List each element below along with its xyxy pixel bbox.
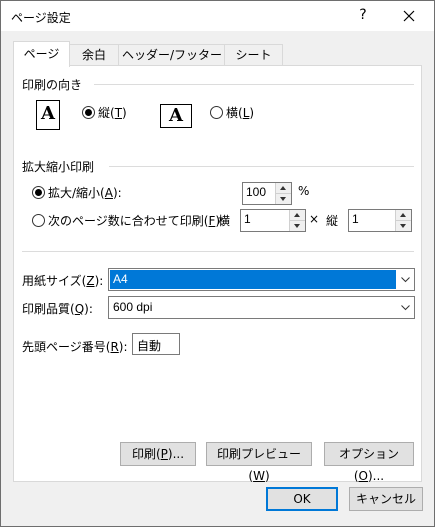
- cancel-button[interactable]: キャンセル: [349, 487, 423, 511]
- tab-header-footer[interactable]: ヘッダー/フッター: [118, 44, 226, 66]
- portrait-radio[interactable]: [82, 106, 95, 119]
- orientation-group-label: 印刷の向き: [22, 78, 83, 92]
- pages-wide-input[interactable]: [244, 212, 274, 226]
- adjust-to-radio[interactable]: [32, 186, 45, 199]
- percent-unit: %: [298, 184, 310, 198]
- dialog-title: ページ設定: [11, 11, 71, 25]
- tab-page[interactable]: ページ: [13, 41, 70, 67]
- spin-down-icon[interactable]: [396, 221, 411, 231]
- adjust-percent-spinner[interactable]: [242, 182, 292, 205]
- spin-up-icon[interactable]: [396, 210, 411, 221]
- help-icon[interactable]: ?: [356, 7, 370, 23]
- landscape-page-icon: A: [160, 104, 192, 128]
- fit-to-radio[interactable]: [32, 214, 45, 227]
- orientation-divider: [94, 84, 414, 85]
- print-quality-label: 印刷品質(Q):: [22, 302, 93, 316]
- spin-down-icon[interactable]: [276, 194, 291, 204]
- portrait-page-icon: A: [36, 100, 60, 130]
- scaling-group-label: 拡大縮小印刷: [22, 160, 95, 174]
- tab-margins[interactable]: 余白: [68, 44, 120, 66]
- chevron-down-icon: [401, 277, 410, 283]
- first-page-number-label: 先頭ページ番号(R):: [22, 340, 128, 354]
- spinner-buttons: [395, 210, 411, 231]
- pages-wide-label: 横: [218, 214, 231, 228]
- adjust-percent-input[interactable]: [246, 185, 276, 199]
- landscape-radio[interactable]: [210, 106, 223, 119]
- times-sign: ×: [309, 212, 320, 226]
- paper-size-value: A4: [113, 272, 128, 286]
- print-quality-value: 600 dpi: [113, 300, 153, 314]
- landscape-radio-label[interactable]: 横(L): [226, 104, 254, 121]
- page-tab-panel: 印刷の向き A 縦(T) A 横(L) 拡大縮小印刷 拡大/縮小(A): % 次…: [13, 65, 422, 483]
- dropdown-arrow[interactable]: [397, 297, 414, 318]
- title-bar: ページ設定 ?: [1, 1, 434, 31]
- paper-size-highlight: [110, 270, 396, 289]
- print-preview-button[interactable]: 印刷プレビュー(W): [206, 442, 312, 483]
- print-button[interactable]: 印刷(P)...: [120, 442, 196, 466]
- spinner-buttons: [289, 210, 305, 231]
- spin-up-icon[interactable]: [290, 210, 305, 221]
- paper-size-label: 用紙サイズ(Z):: [22, 274, 104, 288]
- page-setup-dialog: ページ設定 ? ページ 余白 ヘッダー/フッター シート 印刷の向き A 縦(T…: [0, 0, 435, 527]
- spinner-buttons: [275, 183, 291, 204]
- dropdown-arrow[interactable]: [397, 269, 414, 290]
- close-button[interactable]: [394, 4, 424, 28]
- scaling-divider: [109, 166, 414, 167]
- print-quality-select[interactable]: 600 dpi: [108, 296, 415, 319]
- portrait-radio-label[interactable]: 縦(T): [98, 104, 127, 121]
- close-icon: [403, 10, 415, 22]
- adjust-to-label[interactable]: 拡大/縮小(A):: [48, 184, 122, 201]
- paper-size-select[interactable]: A4: [108, 268, 415, 291]
- spin-down-icon[interactable]: [290, 221, 305, 231]
- pages-tall-spinner[interactable]: [348, 209, 412, 232]
- ok-button[interactable]: OK: [266, 487, 338, 511]
- pages-tall-label: 縦: [326, 214, 339, 228]
- pages-tall-input[interactable]: [352, 212, 382, 226]
- scaling-bottom-divider: [22, 251, 414, 252]
- first-page-number-value: 自動: [137, 339, 162, 353]
- tab-sheet[interactable]: シート: [224, 44, 283, 66]
- chevron-down-icon: [401, 305, 410, 311]
- pages-wide-spinner[interactable]: [240, 209, 306, 232]
- first-page-number-input[interactable]: 自動: [132, 333, 180, 355]
- spin-up-icon[interactable]: [276, 183, 291, 194]
- options-button[interactable]: オプション(O)...: [324, 442, 414, 483]
- fit-to-label[interactable]: 次のページ数に合わせて印刷(F):: [48, 212, 224, 229]
